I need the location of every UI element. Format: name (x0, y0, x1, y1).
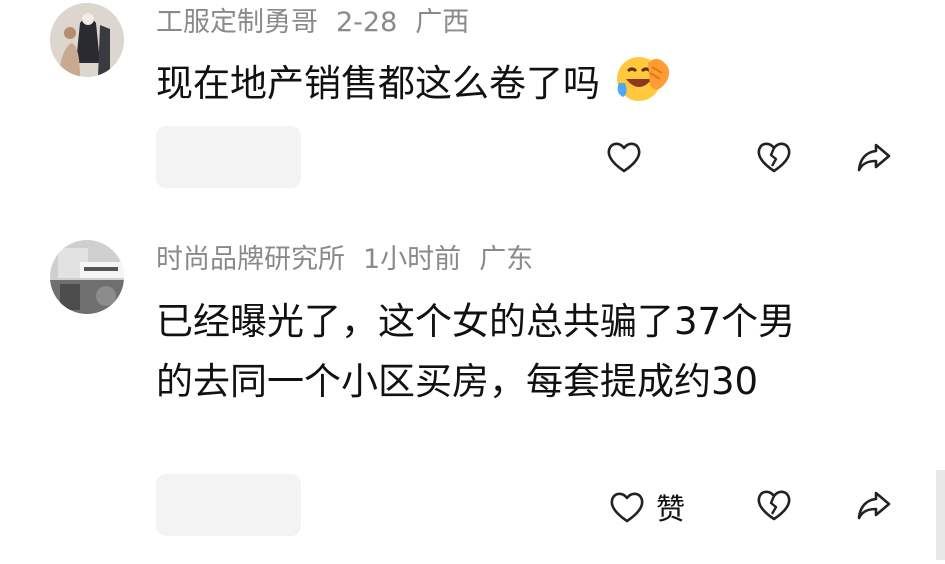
author-name[interactable]: 时尚品牌研究所 (156, 244, 345, 275)
reply-placeholder (156, 126, 301, 188)
share-button[interactable] (855, 486, 893, 524)
comment-date: 1小时前 (363, 244, 462, 275)
comment-text-line: 现在地产销售都这么卷了吗 (156, 62, 600, 105)
share-button[interactable] (855, 138, 893, 176)
comment-location: 广西 (415, 7, 470, 38)
heart-outline-icon (607, 142, 641, 173)
comment-date: 2-28 (336, 7, 398, 38)
scrollbar[interactable] (936, 470, 945, 560)
dislike-button[interactable] (755, 486, 793, 524)
avatar[interactable] (50, 3, 124, 77)
like-button[interactable]: 赞 (608, 486, 685, 528)
like-button[interactable] (605, 138, 653, 176)
comment-text-line: 已经曝光了，这个女的总共骗了37个男 (156, 300, 796, 343)
laughing-crying-emoji-icon (614, 53, 670, 118)
comment-text-line: 的去同一个小区买房，每套提成约30 (156, 360, 759, 403)
reply-placeholder (156, 474, 301, 536)
comment-location: 广东 (479, 244, 534, 275)
author-name[interactable]: 工服定制勇哥 (156, 7, 318, 38)
comment-meta: 时尚品牌研究所 1小时前 广东 (156, 246, 551, 273)
broken-heart-icon (757, 142, 791, 173)
avatar[interactable] (50, 240, 124, 314)
broken-heart-icon (757, 490, 791, 521)
comment-text: 现在地产销售都这么卷了吗 (156, 53, 670, 118)
dislike-button[interactable] (755, 138, 793, 176)
comment-meta: 工服定制勇哥 2-28 广西 (156, 9, 487, 36)
heart-outline-icon (610, 492, 644, 523)
like-label: 赞 (656, 492, 686, 526)
share-arrow-icon (857, 143, 891, 172)
share-arrow-icon (857, 491, 891, 520)
comment-text: 已经曝光了，这个女的总共骗了37个男 的去同一个小区买房，每套提成约30 (156, 295, 795, 409)
